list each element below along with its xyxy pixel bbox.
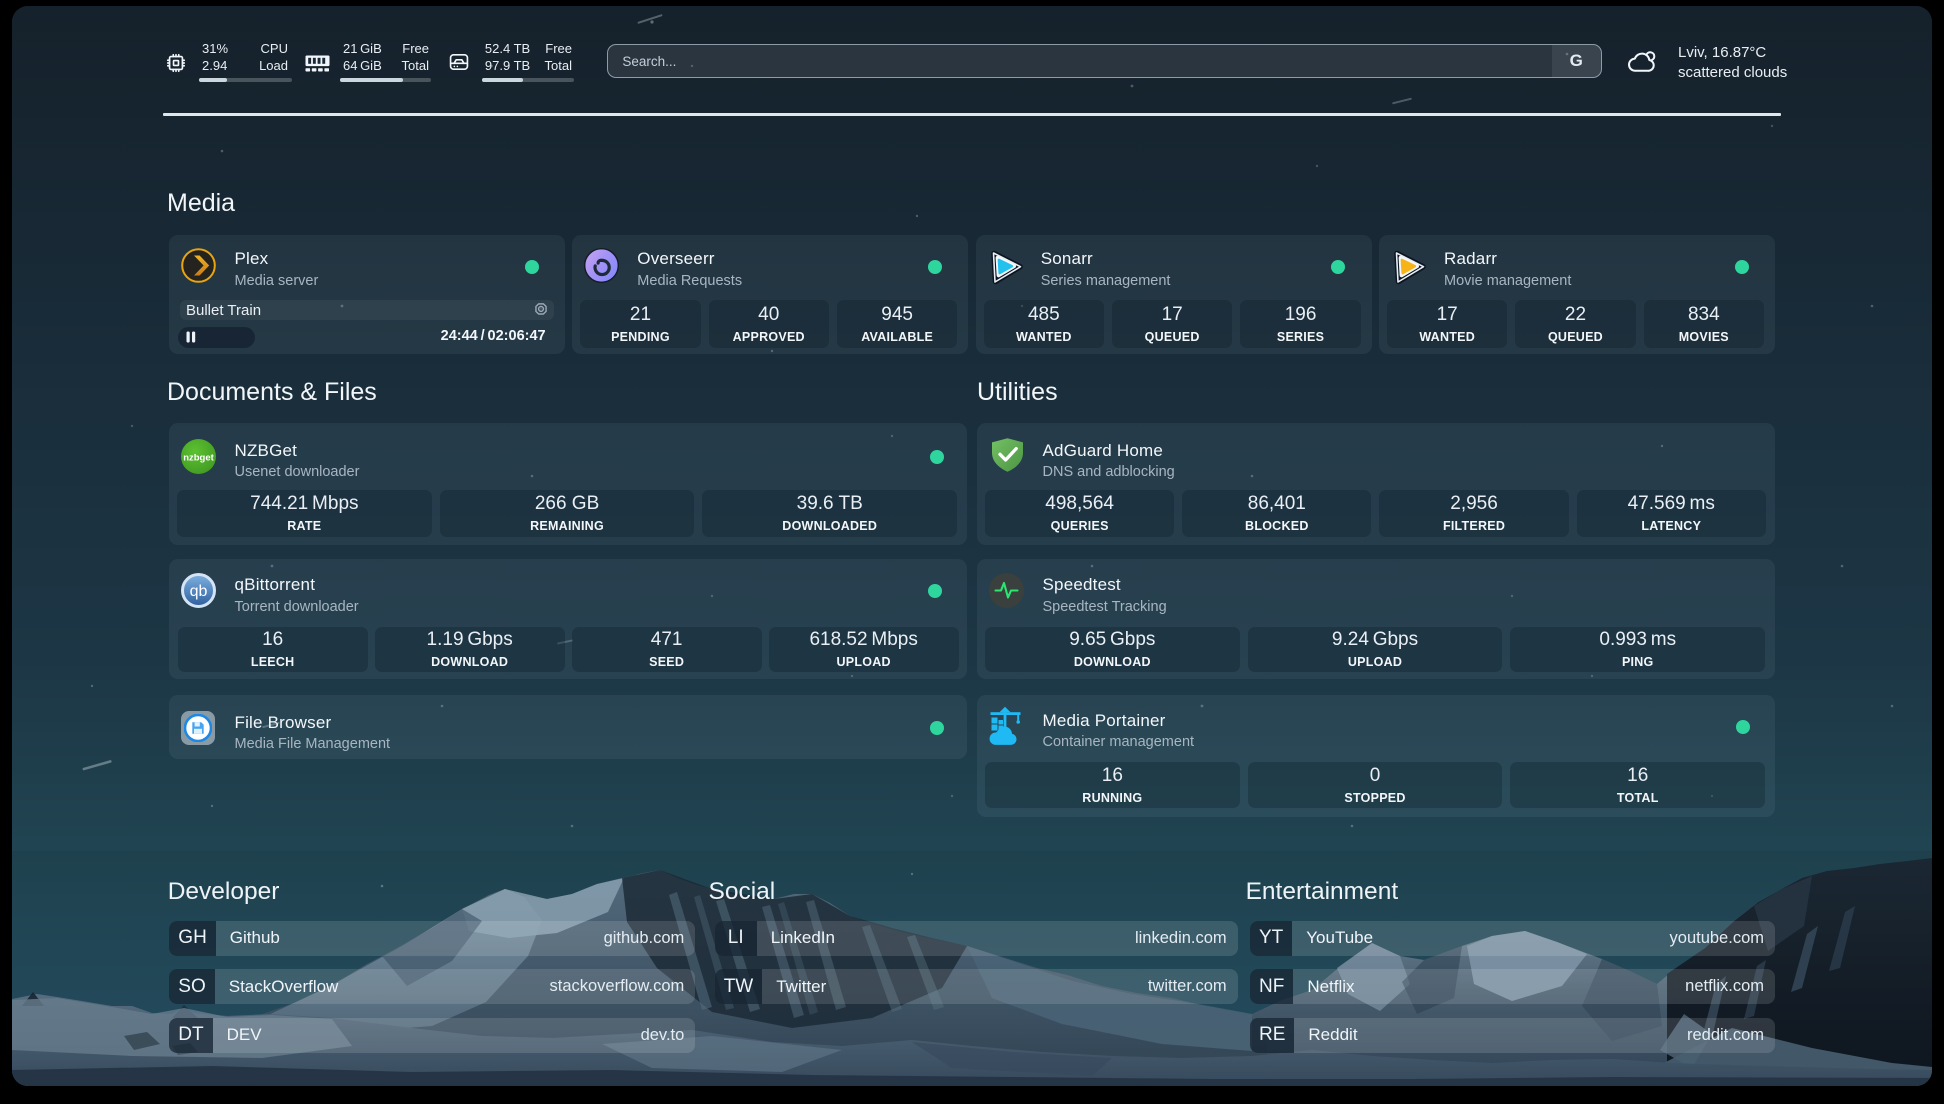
svg-text:qb: qb: [190, 583, 208, 600]
svg-text:nzbget: nzbget: [183, 453, 214, 464]
